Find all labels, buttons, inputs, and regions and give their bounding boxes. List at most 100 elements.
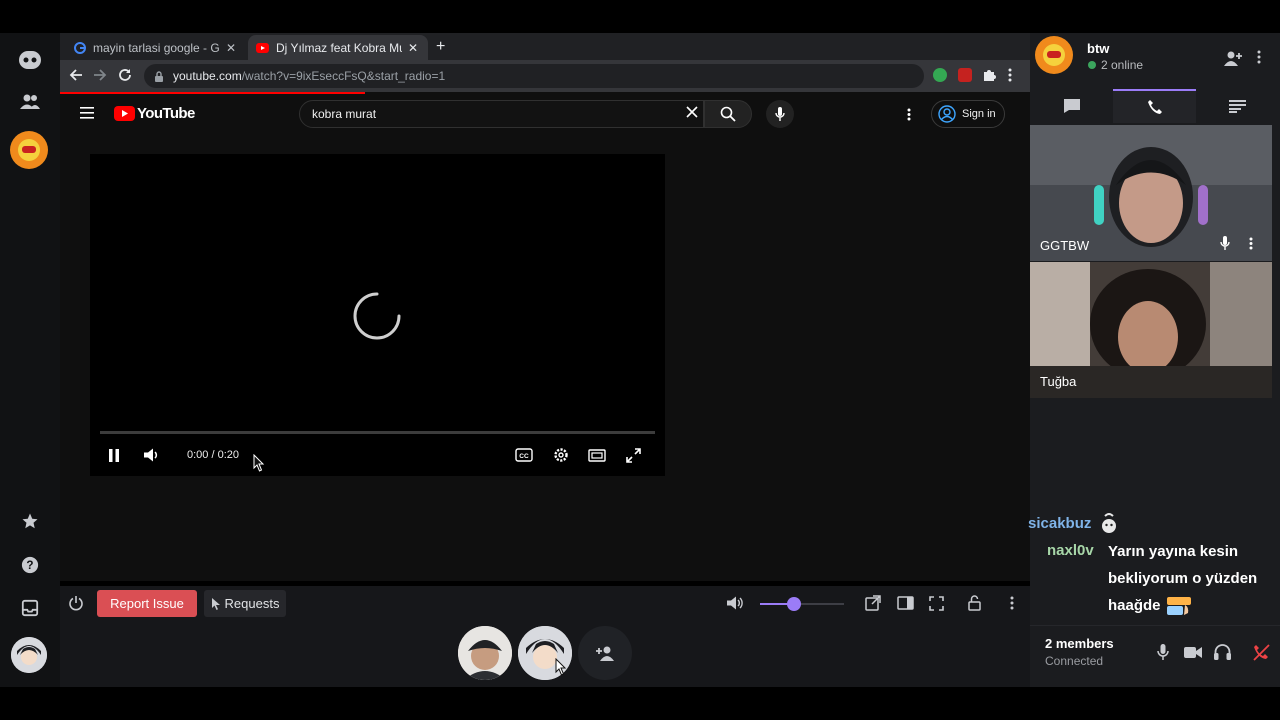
- participant-video-tile[interactable]: Tuğba: [1030, 262, 1272, 398]
- address-bar[interactable]: youtube.com/watch?v=9ixEseccFsQ&start_ra…: [144, 64, 924, 88]
- volume-slider[interactable]: [760, 597, 844, 611]
- fullscreen-button[interactable]: [623, 445, 643, 465]
- player-settings-button[interactable]: [551, 445, 571, 465]
- search-input[interactable]: kobra murat: [299, 100, 704, 128]
- pause-icon: [109, 448, 119, 462]
- back-icon[interactable]: [69, 68, 83, 82]
- phone-icon: [1147, 100, 1162, 114]
- participant-name: GGTBW: [1040, 238, 1090, 253]
- add-user-icon: [596, 646, 614, 661]
- lock-icon: [155, 70, 163, 82]
- cursor-icon: [211, 597, 220, 610]
- report-issue-button[interactable]: Report Issue: [97, 590, 197, 617]
- voice-search-button[interactable]: [766, 100, 794, 128]
- browser-menu-icon[interactable]: [1008, 68, 1012, 82]
- online-count: 2 online: [1101, 58, 1144, 72]
- browser-toolbar: youtube.com/watch?v=9ixEseccFsQ&start_ra…: [60, 60, 1030, 92]
- extension-green-icon[interactable]: [933, 68, 947, 82]
- lock-control-icon[interactable]: [965, 594, 983, 612]
- add-friend-icon[interactable]: [1223, 50, 1243, 66]
- page-load-progress: [60, 92, 365, 94]
- tab-title: Dj Yılmaz feat Kobra Mur: [276, 40, 402, 55]
- volume-slider-handle[interactable]: [786, 597, 801, 611]
- room-menu-icon[interactable]: [1257, 50, 1261, 64]
- close-tab-icon[interactable]: ✕: [224, 41, 238, 55]
- tab-call[interactable]: [1113, 89, 1196, 123]
- youtube-page: YouTube kobra murat Sign in 0:00 / 0:20 …: [60, 92, 1030, 581]
- svg-text:?: ?: [26, 559, 33, 572]
- theater-mode-button[interactable]: [587, 445, 607, 465]
- user-avatar[interactable]: [11, 637, 47, 673]
- sign-in-button[interactable]: Sign in: [931, 100, 1005, 128]
- new-tab-icon[interactable]: +: [436, 38, 445, 56]
- member-avatar[interactable]: [458, 626, 512, 680]
- youtube-logo[interactable]: YouTube: [114, 105, 195, 122]
- requests-button[interactable]: Requests: [204, 590, 286, 617]
- sign-in-label: Sign in: [962, 108, 996, 120]
- app-logo-icon[interactable]: [14, 44, 46, 76]
- theater-mode-icon: [588, 448, 606, 462]
- hamburger-menu-icon[interactable]: [80, 107, 94, 119]
- tab-youtube[interactable]: Dj Yılmaz feat Kobra Mur ✕: [248, 35, 428, 60]
- headphones-icon[interactable]: [1214, 644, 1231, 660]
- subtitles-button[interactable]: CC: [514, 445, 534, 465]
- star-icon[interactable]: [14, 505, 46, 537]
- participant-menu-icon[interactable]: [1249, 237, 1253, 250]
- extensions-icon[interactable]: [982, 67, 996, 81]
- account-icon: [938, 105, 956, 123]
- youtube-logo-icon: [114, 106, 135, 121]
- ublock-icon[interactable]: [958, 68, 972, 82]
- mute-button[interactable]: [142, 445, 162, 465]
- close-tab-icon[interactable]: ✕: [406, 41, 420, 55]
- room-avatar[interactable]: [10, 131, 48, 169]
- friends-icon[interactable]: [14, 86, 46, 118]
- tab-title: mayin tarlasi google - Go: [93, 40, 220, 55]
- search-button[interactable]: [704, 100, 752, 128]
- camera-toggle-icon[interactable]: [1184, 646, 1202, 659]
- tab-strip: mayin tarlasi google - Go ✕ Dj Yılmaz fe…: [60, 33, 1030, 60]
- requests-label: Requests: [224, 596, 280, 611]
- participant-video-tile[interactable]: GGTBW: [1030, 125, 1272, 261]
- microphone-toggle-icon[interactable]: [1157, 644, 1169, 661]
- hang-up-icon[interactable]: [1253, 644, 1270, 661]
- browser-controls-bar: Report Issue Requests: [60, 586, 1030, 620]
- chat-message: sicakbuz: [1028, 512, 1119, 534]
- chat-icon: [1063, 99, 1080, 113]
- forward-icon[interactable]: [93, 68, 107, 82]
- tab-google[interactable]: mayin tarlasi google - Go ✕: [66, 35, 246, 60]
- inbox-icon[interactable]: [14, 592, 46, 624]
- expand-icon[interactable]: [927, 594, 945, 612]
- closed-captions-icon: CC: [515, 448, 533, 462]
- room-avatar[interactable]: [1035, 36, 1073, 74]
- participant-name: Tuğba: [1040, 374, 1077, 389]
- help-icon[interactable]: ?: [14, 549, 46, 581]
- member-count: 2 members: [1045, 636, 1114, 651]
- call-footer: 2 members Connected: [1030, 625, 1280, 687]
- room-panel: btw 2 online GGTBW Tuğba sicakbuz naxl0v…: [1028, 33, 1280, 687]
- mouse-cursor-icon: [253, 454, 265, 472]
- invite-member-button[interactable]: [578, 626, 632, 680]
- power-icon[interactable]: [67, 594, 85, 612]
- tab-queue[interactable]: [1196, 89, 1279, 123]
- fullscreen-icon: [625, 447, 641, 463]
- chat-message-text: Yarın yayına kesin bekliyorum o yüzden h…: [1108, 538, 1280, 619]
- open-external-icon[interactable]: [864, 594, 882, 612]
- reload-icon[interactable]: [118, 68, 132, 82]
- microphone-icon: [775, 106, 785, 121]
- list-icon: [1229, 99, 1246, 113]
- youtube-logo-text: YouTube: [137, 105, 195, 122]
- video-progress-bar[interactable]: [100, 431, 655, 434]
- loading-spinner-icon: [353, 292, 401, 340]
- video-player[interactable]: 0:00 / 0:20 CC: [90, 154, 665, 476]
- google-icon: [74, 41, 86, 54]
- app-rail: ?: [0, 33, 60, 687]
- clear-search-icon[interactable]: [686, 106, 698, 118]
- settings-more-icon[interactable]: [907, 108, 911, 121]
- tab-chat[interactable]: [1030, 89, 1113, 123]
- chat-username: naxl0v: [1047, 542, 1094, 559]
- pause-button[interactable]: [104, 445, 124, 465]
- sidebar-toggle-icon[interactable]: [896, 594, 914, 612]
- speaker-icon[interactable]: [726, 594, 744, 612]
- connection-status: Connected: [1045, 654, 1104, 668]
- more-options-icon[interactable]: [1003, 594, 1021, 612]
